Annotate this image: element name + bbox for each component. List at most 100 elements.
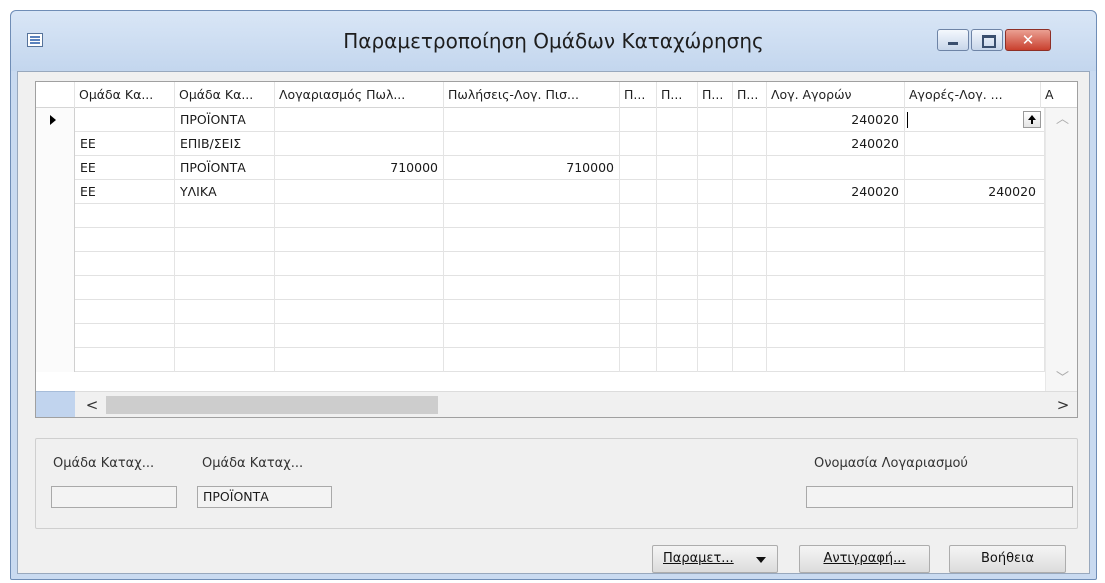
- cell-col-8[interactable]: [733, 324, 767, 348]
- cell-col-6[interactable]: [657, 228, 698, 252]
- scroll-down-icon[interactable]: ﹀: [1046, 367, 1077, 391]
- cell-col-5[interactable]: [620, 180, 657, 204]
- column-header-gen-bus-posting-group[interactable]: Ομάδα Κα...: [75, 82, 175, 108]
- cell-col-8[interactable]: [733, 228, 767, 252]
- cell-col-8[interactable]: [733, 300, 767, 324]
- cell-gen-bus-posting-group[interactable]: [75, 204, 175, 228]
- cell-sales-account[interactable]: [275, 228, 444, 252]
- cell-col-7[interactable]: [698, 132, 733, 156]
- cell-col-6[interactable]: [657, 204, 698, 228]
- scroll-up-icon[interactable]: ︿: [1046, 108, 1077, 132]
- cell-col-6[interactable]: [657, 180, 698, 204]
- gen-prod-posting-group-field[interactable]: ΠΡΟΪΟΝΤΑ: [197, 486, 332, 508]
- cell-col-5[interactable]: [620, 228, 657, 252]
- row-selector[interactable]: [36, 204, 75, 228]
- column-header-sales-credit-memo-account[interactable]: Πωλήσεις-Λογ. Πισ...: [444, 82, 620, 108]
- cell-sales-credit-memo-account[interactable]: [444, 252, 620, 276]
- column-header-purch-account[interactable]: Λογ. Αγορών: [767, 82, 905, 108]
- cell-gen-prod-posting-group[interactable]: [175, 228, 275, 252]
- title-bar[interactable]: Παραμετροποίηση Ομάδων Καταχώρησης ✕: [11, 11, 1096, 71]
- cell-col-8[interactable]: [733, 108, 767, 132]
- cell-col-7[interactable]: [698, 276, 733, 300]
- cell-gen-prod-posting-group[interactable]: ΥΛΙΚΑ: [175, 180, 275, 204]
- row-selector[interactable]: [36, 108, 75, 132]
- table-row[interactable]: [36, 252, 1077, 276]
- cell-purch-account[interactable]: [767, 324, 905, 348]
- cell-col-7[interactable]: [698, 324, 733, 348]
- horizontal-scrollbar[interactable]: < >: [75, 391, 1077, 417]
- cell-sales-account[interactable]: [275, 132, 444, 156]
- column-header-gen-prod-posting-group[interactable]: Ομάδα Κα...: [175, 82, 275, 108]
- cell-gen-prod-posting-group[interactable]: [175, 300, 275, 324]
- row-selector[interactable]: [36, 228, 75, 252]
- cell-col-8[interactable]: [733, 156, 767, 180]
- cell-purch-account[interactable]: [767, 228, 905, 252]
- cell-sales-credit-memo-account[interactable]: [444, 132, 620, 156]
- cell-col-5[interactable]: [620, 156, 657, 180]
- cell-col-7[interactable]: [698, 348, 733, 372]
- cell-purch-account[interactable]: [767, 276, 905, 300]
- lookup-arrow-icon[interactable]: [1023, 111, 1041, 128]
- cell-sales-credit-memo-account[interactable]: [444, 348, 620, 372]
- cell-gen-bus-posting-group[interactable]: [75, 252, 175, 276]
- cell-col-6[interactable]: [657, 108, 698, 132]
- table-row[interactable]: ΕΕ ΠΡΟΪΟΝΤΑ 710000 710000: [36, 156, 1077, 180]
- vertical-scrollbar[interactable]: ︿ ﹀: [1045, 108, 1077, 391]
- minimize-button[interactable]: [937, 29, 969, 51]
- cell-purch-credit-memo-account[interactable]: [905, 252, 1045, 276]
- table-row[interactable]: [36, 324, 1077, 348]
- table-row[interactable]: [36, 348, 1077, 372]
- column-header-col-6[interactable]: Π...: [657, 82, 698, 108]
- cell-col-6[interactable]: [657, 132, 698, 156]
- cell-col-7[interactable]: [698, 108, 733, 132]
- cell-col-7[interactable]: [698, 180, 733, 204]
- cell-gen-bus-posting-group[interactable]: [75, 276, 175, 300]
- row-selector[interactable]: [36, 252, 75, 276]
- cell-col-5[interactable]: [620, 132, 657, 156]
- cell-gen-prod-posting-group[interactable]: ΠΡΟΪΟΝΤΑ: [175, 108, 275, 132]
- cell-gen-bus-posting-group[interactable]: [75, 228, 175, 252]
- cell-purch-credit-memo-account[interactable]: [905, 156, 1045, 180]
- cell-col-5[interactable]: [620, 252, 657, 276]
- cell-purch-credit-memo-account[interactable]: [905, 228, 1045, 252]
- table-row[interactable]: [36, 204, 1077, 228]
- cell-purch-credit-memo-account[interactable]: [905, 204, 1045, 228]
- cell-gen-bus-posting-group[interactable]: ΕΕ: [75, 132, 175, 156]
- table-row[interactable]: [36, 276, 1077, 300]
- cell-col-7[interactable]: [698, 156, 733, 180]
- cell-purch-credit-memo-account[interactable]: 240020: [905, 180, 1045, 204]
- column-header-col-11[interactable]: Α: [1041, 82, 1077, 108]
- account-name-field[interactable]: [806, 486, 1073, 508]
- cell-col-7[interactable]: [698, 252, 733, 276]
- cell-col-8[interactable]: [733, 276, 767, 300]
- gen-bus-posting-group-field[interactable]: [51, 486, 177, 508]
- row-selector[interactable]: [36, 132, 75, 156]
- cell-sales-account[interactable]: [275, 204, 444, 228]
- cell-purch-credit-memo-account[interactable]: [905, 324, 1045, 348]
- row-selector[interactable]: [36, 348, 75, 372]
- cell-gen-prod-posting-group[interactable]: [175, 324, 275, 348]
- cell-gen-prod-posting-group[interactable]: ΕΠΙΒ/ΣΕΙΣ: [175, 132, 275, 156]
- scroll-left-icon[interactable]: <: [79, 392, 105, 417]
- cell-gen-prod-posting-group[interactable]: [175, 276, 275, 300]
- cell-purch-credit-memo-account[interactable]: [905, 132, 1045, 156]
- table-row[interactable]: ΕΕ ΥΛΙΚΑ 240020 240020: [36, 180, 1077, 204]
- cell-gen-prod-posting-group[interactable]: [175, 252, 275, 276]
- cell-purch-account[interactable]: [767, 252, 905, 276]
- cell-col-5[interactable]: [620, 204, 657, 228]
- cell-col-6[interactable]: [657, 252, 698, 276]
- scroll-right-icon[interactable]: >: [1050, 392, 1076, 417]
- help-button[interactable]: Βοήθεια: [949, 545, 1066, 573]
- cell-col-5[interactable]: [620, 276, 657, 300]
- cell-purch-account[interactable]: [767, 348, 905, 372]
- copy-button[interactable]: Αντιγραφή...: [799, 545, 930, 573]
- cell-sales-account[interactable]: [275, 348, 444, 372]
- table-row[interactable]: [36, 300, 1077, 324]
- cell-col-8[interactable]: [733, 204, 767, 228]
- cell-sales-credit-memo-account[interactable]: [444, 204, 620, 228]
- cell-purch-credit-memo-account[interactable]: [905, 276, 1045, 300]
- cell-gen-bus-posting-group[interactable]: [75, 300, 175, 324]
- cell-col-6[interactable]: [657, 324, 698, 348]
- cell-col-6[interactable]: [657, 300, 698, 324]
- cell-col-8[interactable]: [733, 132, 767, 156]
